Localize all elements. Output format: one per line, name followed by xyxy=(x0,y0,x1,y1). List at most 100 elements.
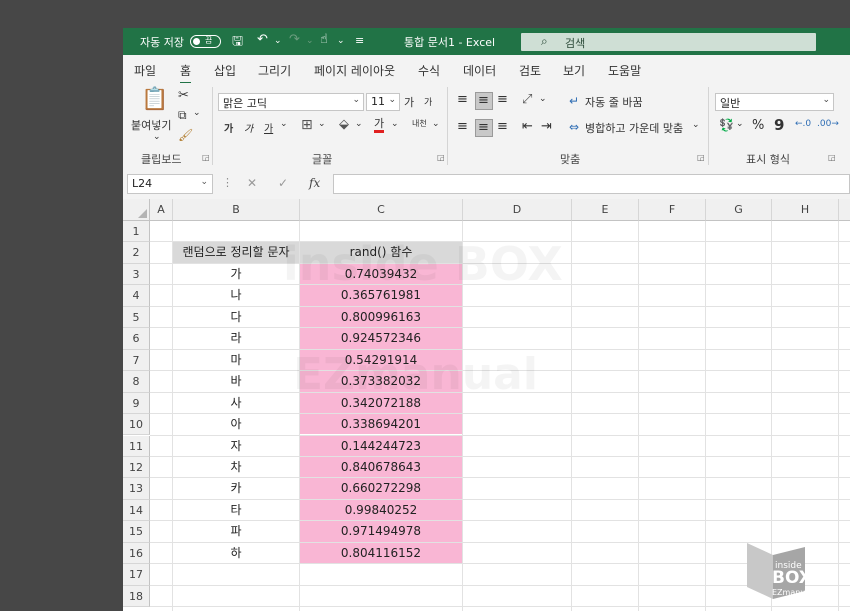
cell-char[interactable]: 라 xyxy=(173,328,299,348)
fill-color-icon[interactable]: ⬙ xyxy=(339,117,349,132)
paste-label[interactable]: 붙여넣기 xyxy=(131,117,171,133)
align-left-icon[interactable]: ≡ xyxy=(457,119,468,134)
phonetic-button[interactable]: 내천 xyxy=(412,118,427,129)
font-color-dropdown-icon[interactable]: ⌄ xyxy=(391,119,399,129)
column-header-e[interactable]: E xyxy=(572,199,639,221)
worksheet-grid[interactable]: ABCDEFGHI 123456789101112131415161718 랜덤… xyxy=(123,199,850,611)
borders-icon[interactable]: ⊞ xyxy=(301,117,313,133)
row-header-9[interactable]: 9 xyxy=(123,392,150,415)
number-launcher-icon[interactable]: ◲ xyxy=(828,153,836,162)
cell-rand-value[interactable]: 0.144244723 xyxy=(300,435,462,456)
align-middle-button[interactable]: ≡ xyxy=(475,92,493,110)
borders-dropdown-icon[interactable]: ⌄ xyxy=(318,119,326,129)
increase-indent-icon[interactable]: ⇥ xyxy=(541,119,552,134)
underline-dropdown-icon[interactable]: ⌄ xyxy=(280,119,288,129)
decrease-decimal-icon[interactable]: .00→ xyxy=(817,119,839,129)
align-bottom-icon[interactable]: ≡ xyxy=(497,92,508,107)
touch-dropdown-icon[interactable]: ⌄ xyxy=(337,36,345,46)
formula-input[interactable] xyxy=(333,174,850,194)
orientation-icon[interactable]: ⤢ xyxy=(522,92,532,107)
cell-rand-value[interactable]: 0.804116152 xyxy=(300,542,462,564)
accounting-format-icon[interactable]: 💱 xyxy=(719,118,734,132)
row-header-18[interactable]: 18 xyxy=(123,585,150,608)
column-header-i[interactable]: I xyxy=(839,199,850,221)
name-box[interactable]: L24 ⌄ xyxy=(127,174,213,194)
cell-char[interactable]: 타 xyxy=(173,500,299,520)
shrink-font-button[interactable]: 가 xyxy=(424,95,432,108)
row-header-7[interactable]: 7 xyxy=(123,349,150,372)
row-header-8[interactable]: 8 xyxy=(123,371,150,393)
orientation-dropdown-icon[interactable]: ⌄ xyxy=(539,94,547,104)
redo-dropdown-icon[interactable]: ⌄ xyxy=(306,36,314,46)
cell-char[interactable]: 마 xyxy=(173,350,299,370)
undo-dropdown-icon[interactable]: ⌄ xyxy=(274,36,282,46)
tab-data[interactable]: 데이터 xyxy=(463,62,496,79)
merge-center-button[interactable]: 병합하고 가운데 맞춤 xyxy=(585,120,683,136)
font-color-button[interactable]: 가 xyxy=(374,118,385,133)
merge-center-icon[interactable]: ⇔ xyxy=(569,120,579,134)
tab-formulas[interactable]: 수식 xyxy=(418,62,440,79)
save-icon[interactable]: 🖫 xyxy=(232,32,243,54)
paste-icon[interactable]: 📋 xyxy=(141,87,168,112)
wrap-text-icon[interactable]: ↵ xyxy=(569,94,579,108)
cell-char[interactable]: 나 xyxy=(173,285,299,305)
decrease-indent-icon[interactable]: ⇤ xyxy=(522,119,533,134)
insert-function-button[interactable]: fx xyxy=(309,176,320,190)
tab-review[interactable]: 검토 xyxy=(519,62,541,79)
increase-decimal-icon[interactable]: ←.0 xyxy=(795,119,811,129)
align-right-icon[interactable]: ≡ xyxy=(497,119,508,134)
align-center-button[interactable]: ≡ xyxy=(475,119,493,137)
percent-button[interactable]: % xyxy=(752,118,764,133)
enter-icon[interactable]: ✓ xyxy=(278,176,288,190)
redo-icon[interactable]: ↷ xyxy=(289,32,300,47)
row-header-14[interactable]: 14 xyxy=(123,499,150,522)
cell-rand-value[interactable]: 0.840678643 xyxy=(300,456,462,478)
font-launcher-icon[interactable]: ◲ xyxy=(437,153,445,162)
phonetic-dropdown-icon[interactable]: ⌄ xyxy=(432,119,440,129)
column-header-a[interactable]: A xyxy=(150,199,173,221)
paste-dropdown-icon[interactable]: ⌄ xyxy=(153,132,161,142)
cell-rand-value[interactable]: 0.924572346 xyxy=(300,328,462,349)
copy-dropdown-icon[interactable]: ⌄ xyxy=(193,108,201,118)
cell-rand-value[interactable]: 0.99840252 xyxy=(300,499,462,521)
row-header-10[interactable]: 10 xyxy=(123,414,150,436)
cell-char[interactable]: 카 xyxy=(173,478,299,498)
cell-char[interactable]: 하 xyxy=(173,543,299,563)
fill-dropdown-icon[interactable]: ⌄ xyxy=(355,119,363,129)
cancel-icon[interactable]: ✕ xyxy=(247,176,257,190)
cell-rand-value[interactable]: 0.800996163 xyxy=(300,306,462,328)
row-header-13[interactable]: 13 xyxy=(123,478,150,500)
row-header-2[interactable]: 2 xyxy=(123,242,150,264)
italic-button[interactable]: 가 xyxy=(244,120,253,135)
row-header-17[interactable]: 17 xyxy=(123,564,150,586)
column-header-g[interactable]: G xyxy=(706,199,772,221)
autosave-toggle[interactable]: 끔 xyxy=(190,35,221,48)
row-header-15[interactable]: 15 xyxy=(123,521,150,543)
copy-icon[interactable]: ⧉ xyxy=(178,108,187,123)
number-format-combo[interactable]: 일반 ⌄ xyxy=(715,93,834,111)
cell-char[interactable]: 자 xyxy=(173,436,299,456)
font-size-combo[interactable]: 11 ⌄ xyxy=(366,93,400,111)
row-header-11[interactable]: 11 xyxy=(123,435,150,457)
cell-char[interactable]: 파 xyxy=(173,521,299,541)
row-header-6[interactable]: 6 xyxy=(123,328,150,350)
font-name-combo[interactable]: 맑은 고딕 ⌄ xyxy=(218,93,364,111)
row-header-12[interactable]: 12 xyxy=(123,456,150,479)
cell-b2-header[interactable]: 랜덤으로 정리할 문자 xyxy=(173,242,299,263)
cell-char[interactable]: 다 xyxy=(173,307,299,327)
more-options-icon[interactable]: ⋮ xyxy=(222,176,233,189)
accounting-dropdown-icon[interactable]: ⌄ xyxy=(736,119,744,129)
clipboard-launcher-icon[interactable]: ◲ xyxy=(202,153,210,162)
row-header-5[interactable]: 5 xyxy=(123,306,150,329)
column-header-f[interactable]: F xyxy=(639,199,706,221)
row-header-3[interactable]: 3 xyxy=(123,263,150,286)
row-header-4[interactable]: 4 xyxy=(123,285,150,307)
row-header-16[interactable]: 16 xyxy=(123,542,150,565)
cell-char[interactable]: 차 xyxy=(173,457,299,477)
customize-qat-icon[interactable]: ≡ xyxy=(355,34,364,47)
search-box[interactable]: ⌕ 검색 xyxy=(521,33,816,51)
comma-style-button[interactable]: 9 xyxy=(774,116,784,134)
format-painter-icon[interactable]: 🖌 xyxy=(178,128,193,142)
wrap-text-button[interactable]: 자동 줄 바꿈 xyxy=(585,94,643,110)
tab-draw[interactable]: 그리기 xyxy=(258,62,291,79)
